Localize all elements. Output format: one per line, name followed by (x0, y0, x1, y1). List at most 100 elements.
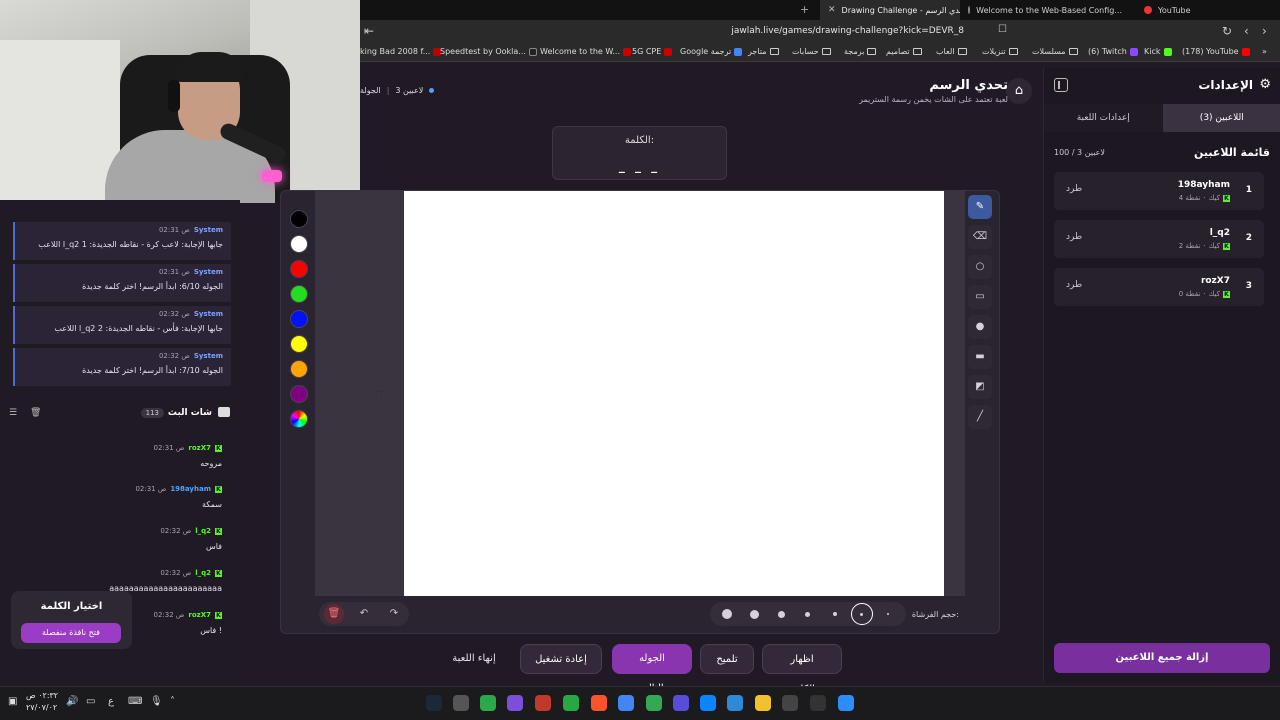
pencil-icon[interactable]: ✎ (968, 195, 992, 219)
app-icon[interactable] (673, 695, 689, 711)
xbox-icon[interactable] (563, 695, 579, 711)
bookmark-folder[interactable]: مسلسلات (1032, 47, 1078, 56)
bookmark-folder[interactable]: حسابات (792, 47, 831, 56)
close-tab-icon[interactable]: ✕ (828, 5, 836, 15)
remove-all-players-button[interactable]: إزالة جميع اللاعبين (1054, 643, 1270, 673)
chrome-icon[interactable] (618, 695, 634, 711)
bookmark-item[interactable]: Welcome to the W... (540, 47, 632, 56)
forward-icon[interactable]: ‹ (1244, 24, 1249, 38)
chrome-profile-icon[interactable] (646, 695, 662, 711)
brush-size-option[interactable] (797, 603, 819, 625)
media-player-icon[interactable] (480, 695, 496, 711)
browser-tab-youtube[interactable]: YouTube (1136, 0, 1280, 20)
url-text[interactable]: jawlah.live/games/drawing-challenge?kick… (731, 26, 964, 36)
redo-icon[interactable]: ↷ (384, 604, 404, 624)
brush-size-option-selected[interactable] (850, 603, 873, 625)
bookmark-folder[interactable]: متاجر (748, 47, 779, 56)
brush-size-option[interactable] (877, 603, 899, 625)
drawing-canvas[interactable] (404, 191, 944, 596)
network-icon[interactable]: ▭ (86, 696, 95, 707)
tray-overflow-icon[interactable]: ˄ (170, 696, 175, 707)
tab-game-settings[interactable]: إعدادات اللعبة (1044, 104, 1163, 132)
system-message: 02:31 ص System اللاعب l_q2 جابها الإجابة:… (13, 222, 231, 260)
restart-button[interactable]: إعادة تشغيل (520, 644, 602, 674)
brush-size-option[interactable] (743, 603, 765, 625)
clear-canvas-trash-icon[interactable]: 🗑 (324, 604, 344, 624)
app-icon[interactable] (700, 695, 716, 711)
brush-size-option[interactable] (716, 603, 738, 625)
bookmark-item[interactable]: 5G CPE (632, 47, 673, 56)
address-bar[interactable]: ⇤ jawlah.live/games/drawing-challenge?ki… (360, 20, 1280, 44)
tool-bar: ✎ ⌫ ○ ▭ ● ▬ ◩ ╱ (968, 195, 994, 435)
fill-bucket-icon[interactable]: ◩ (968, 375, 992, 399)
hint-button[interactable]: تلميح (700, 644, 754, 674)
bookmark-folder[interactable]: تصاميم (886, 47, 922, 56)
color-swatch-orange[interactable] (290, 360, 308, 378)
list-icon[interactable]: ☰ (9, 408, 17, 418)
kick-player-button[interactable]: طرد (1066, 280, 1082, 290)
bookmark-folder[interactable]: تنزيلات (982, 47, 1018, 56)
bookmark-item[interactable]: Kick (1144, 47, 1172, 56)
undo-icon[interactable]: ↶ (354, 604, 374, 624)
next-round-button[interactable]: الجوله التالية (612, 644, 692, 694)
color-swatch-black[interactable] (290, 210, 308, 228)
gear-icon: ⚙ (1259, 77, 1271, 92)
keyboard-icon[interactable]: ⌨ (128, 696, 142, 707)
color-swatch-white[interactable] (290, 235, 308, 253)
bookmark-item[interactable]: (178) YouTube (1182, 47, 1250, 56)
bookmark-item[interactable]: (6) Twitch (1088, 47, 1138, 56)
reload-page-icon[interactable]: ⇤ (364, 24, 374, 38)
end-game-button[interactable]: إنهاء اللعبة (438, 644, 510, 674)
new-tab-button[interactable]: + (800, 0, 809, 20)
task-view-icon[interactable] (782, 695, 798, 711)
browser-tab-drawing-challenge[interactable]: ✕ Drawing Challenge - تحدي الرسم (820, 0, 960, 20)
kick-player-button[interactable]: طرد (1066, 232, 1082, 242)
circle-icon[interactable]: ○ (968, 255, 992, 279)
brave-icon[interactable] (591, 695, 607, 711)
color-swatch-red[interactable] (290, 260, 308, 278)
discord-icon[interactable] (507, 695, 523, 711)
language-indicator[interactable]: ع (108, 696, 114, 707)
windows-start-icon[interactable] (838, 695, 854, 711)
browser-tab-config[interactable]: Welcome to the Web-Based Config... (960, 0, 1130, 20)
color-swatch-green[interactable] (290, 285, 308, 303)
back-icon[interactable]: › (1262, 24, 1267, 38)
refresh-icon[interactable]: ↻ (1222, 24, 1232, 38)
kick-player-button[interactable]: طرد (1066, 184, 1082, 194)
edge-icon[interactable] (727, 695, 743, 711)
bookmark-folder[interactable]: برمجة (844, 47, 877, 56)
rectangle-icon[interactable]: ▭ (968, 285, 992, 309)
system-clock[interactable]: ٠٢:٣٢ ص ٢٧/٠٧/٠٢ (26, 690, 58, 714)
file-explorer-icon[interactable] (755, 695, 771, 711)
notification-icon[interactable]: ▣ (8, 696, 17, 707)
bookmark-item[interactable]: Google ترجمة (680, 47, 743, 56)
filled-rect-icon[interactable]: ▬ (968, 345, 992, 369)
bookmarks-overflow-icon[interactable]: » (1262, 47, 1267, 56)
open-separate-window-button[interactable]: فتح نافذة منفصلة (21, 623, 121, 643)
bookmark-page-icon[interactable]: ☐ (998, 24, 1007, 35)
color-swatch-blue[interactable] (290, 310, 308, 328)
microphone-icon[interactable]: 🎙 (150, 696, 163, 707)
bookmark-folder[interactable]: العاب (936, 47, 967, 56)
tab-players[interactable]: اللاعبين (3) (1162, 104, 1280, 132)
voicemeeter-icon[interactable] (535, 695, 551, 711)
bookmark-item[interactable]: king Bad 2008 f... (360, 47, 442, 56)
filled-circle-icon[interactable]: ● (968, 315, 992, 339)
eraser-icon[interactable]: ⌫ (968, 225, 992, 249)
volume-icon[interactable]: 🔊 (66, 696, 78, 707)
custom-color-picker-icon[interactable] (290, 410, 308, 428)
search-icon[interactable] (810, 695, 826, 711)
brush-size-option[interactable] (770, 603, 792, 625)
player-row: 1 198ayham 4 نقطة · كيك K طرد (1054, 172, 1264, 210)
bookmark-item[interactable]: Speedtest by Ookla... (440, 47, 537, 56)
trash-icon[interactable]: 🗑 (30, 408, 41, 418)
home-button[interactable]: ⌂ (1006, 78, 1032, 104)
color-swatch-yellow[interactable] (290, 335, 308, 353)
collapse-panel-icon[interactable] (1054, 78, 1068, 92)
obs-icon[interactable] (453, 695, 469, 711)
line-icon[interactable]: ╱ (968, 405, 992, 429)
color-swatch-purple[interactable] (290, 385, 308, 403)
show-word-button[interactable]: اظهار الكلمة (762, 644, 842, 695)
brush-size-option[interactable] (824, 603, 846, 625)
steam-icon[interactable] (426, 695, 442, 711)
